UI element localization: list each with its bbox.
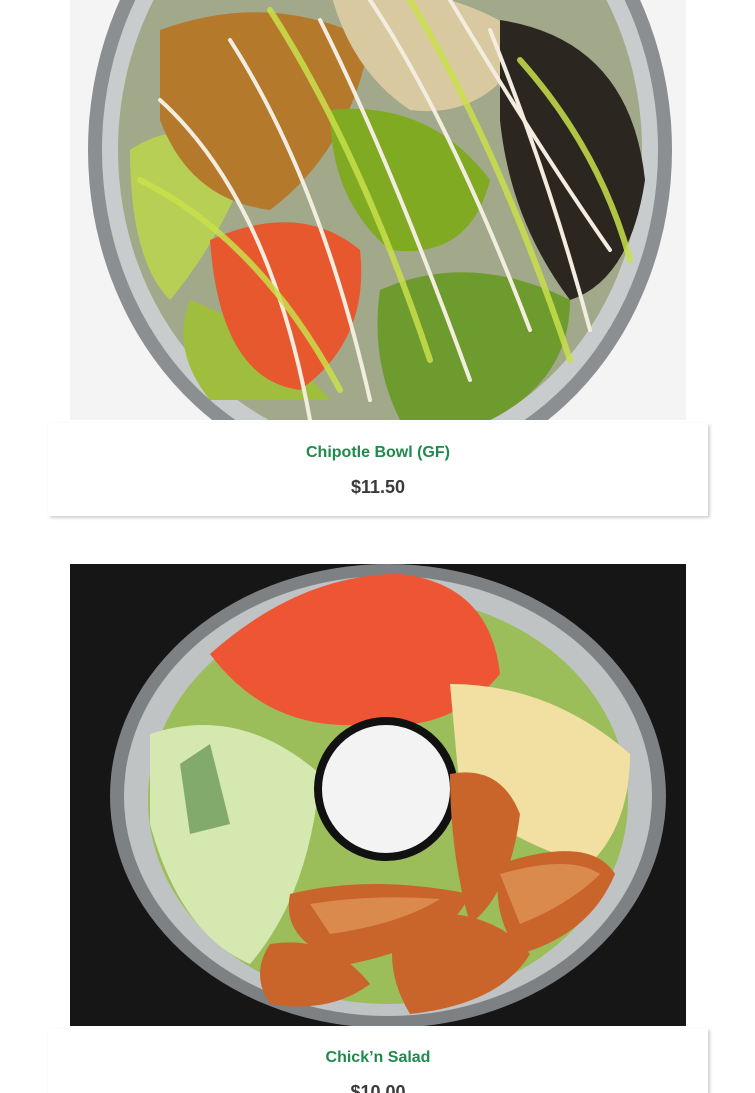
chickn-salad-photo[interactable] xyxy=(70,564,686,1026)
chickn-salad-card[interactable]: Chick’n Salad $10.00 xyxy=(48,1028,708,1093)
item-name[interactable]: Chipotle Bowl (GF) xyxy=(48,443,708,463)
menu-page: Chipotle Bowl (GF) $11.50 Chick’n Salad … xyxy=(0,0,755,1093)
chipotle-bowl-photo[interactable] xyxy=(70,0,686,420)
item-price: $10.00 xyxy=(350,1082,406,1093)
chickn-salad-image xyxy=(70,564,686,1026)
chipotle-bowl-image xyxy=(70,0,686,420)
item-price: $11.50 xyxy=(350,477,406,497)
chipotle-bowl-card[interactable]: Chipotle Bowl (GF) $11.50 xyxy=(48,423,708,516)
item-name[interactable]: Chick’n Salad xyxy=(48,1048,708,1068)
